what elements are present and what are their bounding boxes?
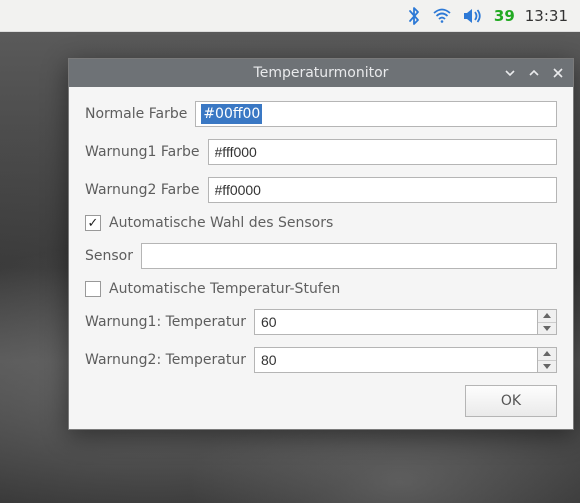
- ok-button[interactable]: OK: [465, 385, 557, 417]
- wifi-icon[interactable]: [432, 8, 452, 24]
- panel-clock[interactable]: 13:31: [525, 7, 568, 25]
- warn1-temp-step-up[interactable]: [538, 310, 556, 323]
- sensor-input[interactable]: [141, 243, 557, 269]
- warn2-temp-input[interactable]: [254, 347, 537, 373]
- dialog-title: Temperaturmonitor: [69, 65, 573, 81]
- bluetooth-icon[interactable]: [406, 6, 422, 26]
- warn1-temp-input[interactable]: [254, 309, 537, 335]
- sensor-label: Sensor: [85, 248, 133, 264]
- dialog-titlebar[interactable]: Temperaturmonitor: [69, 59, 573, 87]
- warn1-temp-label: Warnung1: Temperatur: [85, 314, 246, 330]
- window-minimize-icon[interactable]: [501, 64, 519, 82]
- warn1-color-label: Warnung1 Farbe: [85, 144, 200, 160]
- warn1-color-input[interactable]: [208, 139, 557, 165]
- panel-temp-value[interactable]: 39: [494, 7, 515, 25]
- warn1-temp-step-down[interactable]: [538, 323, 556, 335]
- warn2-temp-step-up[interactable]: [538, 348, 556, 361]
- volume-icon[interactable]: [462, 7, 484, 25]
- warn2-color-input[interactable]: [208, 177, 557, 203]
- auto-sensor-label: Automatische Wahl des Sensors: [109, 215, 333, 231]
- auto-levels-label: Automatische Temperatur-Stufen: [109, 281, 340, 297]
- normal-color-label: Normale Farbe: [85, 106, 187, 122]
- window-maximize-icon[interactable]: [525, 64, 543, 82]
- system-panel: 39 13:31: [0, 0, 580, 32]
- temperaturmonitor-dialog: Temperaturmonitor Normale Farbe #00ff00 …: [68, 58, 574, 430]
- dialog-body: Normale Farbe #00ff00 Warnung1 Farbe War…: [69, 87, 573, 429]
- auto-levels-checkbox[interactable]: [85, 281, 101, 297]
- warn2-temp-step-down[interactable]: [538, 361, 556, 373]
- warn2-temp-label: Warnung2: Temperatur: [85, 352, 246, 368]
- normal-color-input-selection: #00ff00: [201, 104, 262, 124]
- window-close-icon[interactable]: [549, 64, 567, 82]
- warn2-color-label: Warnung2 Farbe: [85, 182, 200, 198]
- auto-sensor-checkbox[interactable]: [85, 215, 101, 231]
